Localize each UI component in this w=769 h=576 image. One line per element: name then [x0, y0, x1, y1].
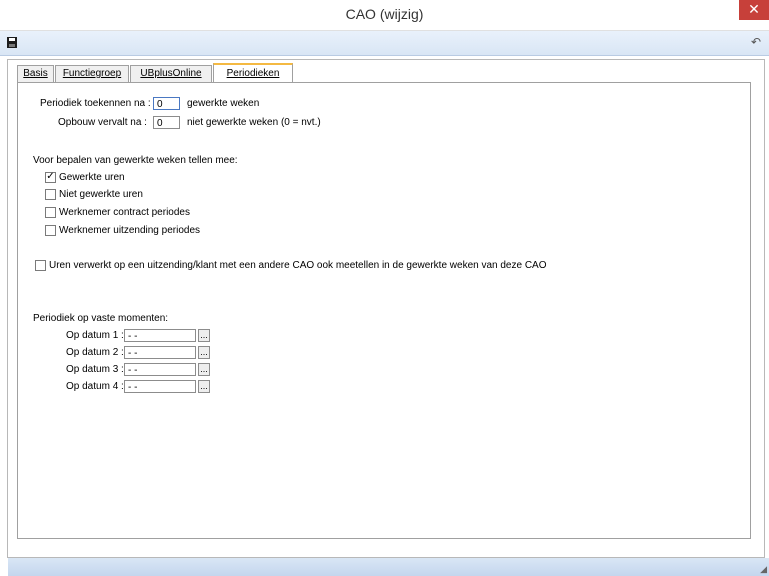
date-input-1[interactable]: - - [124, 329, 196, 342]
date-picker-button-2[interactable]: ... [198, 346, 210, 359]
checkbox-label: Gewerkte uren [59, 172, 125, 183]
periodiek-input[interactable]: 0 [153, 97, 180, 110]
checkbox-label: Werknemer uitzending periodes [59, 225, 201, 236]
content-frame: Basis Functiegroep UBplusOnline Periodie… [7, 59, 765, 558]
date-picker-button-3[interactable]: ... [198, 363, 210, 376]
undo-icon[interactable]: ↶ [751, 35, 761, 49]
checkbox-label: Niet gewerkte uren [59, 189, 143, 200]
date-label: Op datum 2 : [66, 347, 124, 358]
toolbar: ↶ [0, 31, 769, 56]
save-icon[interactable] [7, 37, 17, 48]
checkbox-uitzending-periodes[interactable] [45, 225, 56, 236]
date-picker-button-4[interactable]: ... [198, 380, 210, 393]
tab-label: Functiegroep [62, 68, 122, 79]
checkbox-andere-cao[interactable] [35, 260, 46, 271]
tab-periodieken[interactable]: Periodieken [213, 63, 293, 84]
checkbox-label: Werknemer contract periodes [59, 207, 190, 218]
checkbox-gewerkte-uren[interactable]: ✓ [45, 172, 56, 183]
periodiek-suffix: gewerkte weken [187, 98, 260, 109]
date-label: Op datum 1 : [66, 330, 124, 341]
date-picker-button-1[interactable]: ... [198, 329, 210, 342]
opbouw-input[interactable]: 0 [153, 116, 180, 129]
periodieken-panel: Periodiek toekennen na : 0 gewerkte weke… [17, 82, 751, 539]
close-button[interactable]: ✕ [739, 0, 769, 20]
opbouw-label: Opbouw vervalt na : [58, 117, 147, 128]
title-bar: CAO (wijzig) ✕ [0, 0, 769, 31]
date-label: Op datum 4 : [66, 381, 124, 392]
date-input-4[interactable]: - - [124, 380, 196, 393]
date-label: Op datum 3 : [66, 364, 124, 375]
tab-basis[interactable]: Basis [17, 65, 54, 82]
resize-grip-icon[interactable]: ◢ [760, 564, 767, 575]
opbouw-suffix: niet gewerkte weken (0 = nvt.) [187, 117, 321, 128]
tab-label: Basis [23, 68, 48, 79]
tab-label: UBplusOnline [140, 68, 202, 79]
date-input-2[interactable]: - - [124, 346, 196, 359]
checkbox-niet-gewerkte-uren[interactable] [45, 189, 56, 200]
checkbox-label: Uren verwerkt op een uitzending/klant me… [49, 260, 547, 271]
tab-ubplusonline[interactable]: UBplusOnline [130, 65, 212, 82]
status-bar: ◢ [8, 558, 769, 576]
vaste-momenten-title: Periodiek op vaste momenten: [33, 313, 169, 324]
periodiek-label: Periodiek toekennen na : [40, 98, 151, 109]
section-title: Voor bepalen van gewerkte weken tellen m… [33, 155, 238, 166]
date-input-3[interactable]: - - [124, 363, 196, 376]
checkbox-contract-periodes[interactable] [45, 207, 56, 218]
window-title: CAO (wijzig) [345, 6, 424, 22]
tab-label: Periodieken [226, 68, 280, 79]
tab-functiegroep[interactable]: Functiegroep [55, 65, 129, 82]
close-icon: ✕ [748, 1, 760, 17]
